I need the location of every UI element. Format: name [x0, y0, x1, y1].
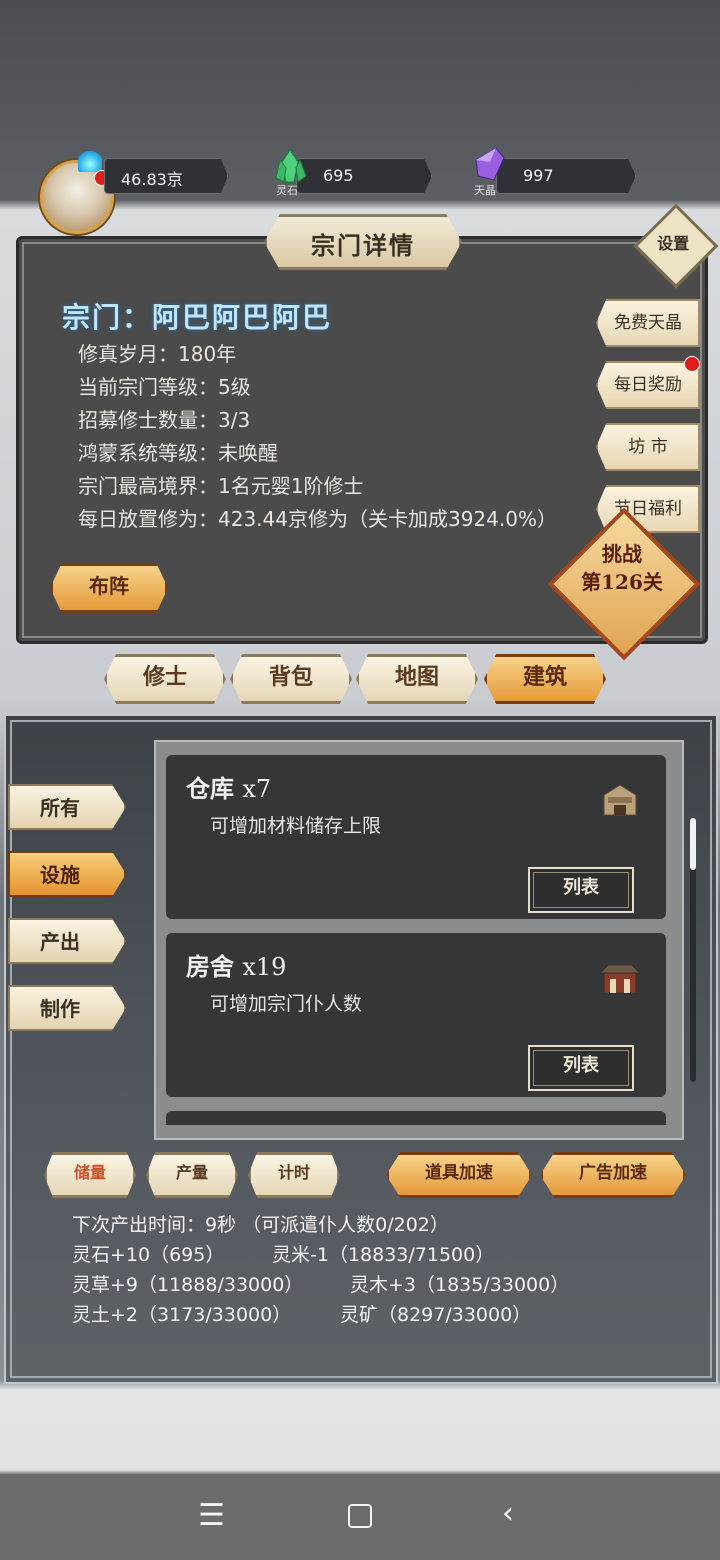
output-spirit-wood: 灵木+3（1835/33000）	[350, 1274, 570, 1296]
settings-label: 设置	[657, 233, 690, 253]
tab-map[interactable]: 地图	[356, 654, 478, 704]
back-icon[interactable]: ‹	[502, 1496, 514, 1531]
spirit-stone-value: 695	[323, 166, 354, 185]
challenge-line1: 挑战	[602, 542, 642, 566]
home-square-icon[interactable]	[348, 1504, 372, 1528]
building-card-partial	[166, 1111, 666, 1125]
building-count: x19	[242, 953, 287, 981]
building-title: 房舍 x19	[186, 947, 286, 982]
building-description: 可增加宗门仆人数	[210, 993, 363, 1015]
crystal-icon	[475, 147, 505, 181]
free-crystal-button[interactable]: 免费天晶	[596, 299, 700, 347]
tab-buildings[interactable]: 建筑	[484, 654, 606, 704]
menu-icon[interactable]: ☰	[198, 1498, 225, 1533]
category-crafting[interactable]: 制作	[8, 985, 126, 1031]
panel-title: 宗门详情	[311, 231, 415, 260]
info-highest-realm: 宗门最高境界：1名元婴1阶修士	[78, 474, 364, 498]
crystal-label: 天晶	[474, 184, 496, 197]
item-speedup-button[interactable]: 道具加速	[386, 1152, 532, 1198]
category-facilities[interactable]: 设施	[8, 851, 126, 897]
tab-storage[interactable]: 储量	[44, 1152, 136, 1198]
spirit-stone-resource: 695	[296, 158, 432, 194]
building-card-warehouse: 仓库 x7 可增加材料储存上限 列表	[166, 755, 666, 919]
tab-cultivators[interactable]: 修士	[104, 654, 226, 704]
building-description: 可增加材料储存上限	[210, 815, 382, 837]
challenge-line2: 第126关	[581, 570, 663, 594]
building-count: x7	[242, 775, 272, 803]
warehouse-list-button[interactable]: 列表	[528, 867, 634, 913]
building-name: 仓库	[186, 774, 234, 803]
system-nav-bar: ☰ ‹	[0, 1474, 720, 1560]
building-card-house: 房舍 x19 可增加宗门仆人数 列表	[166, 933, 666, 1097]
sect-name: 宗门：阿巴阿巴阿巴	[62, 301, 333, 334]
output-spirit-herb: 灵草+9（11888/33000）	[72, 1274, 304, 1296]
daily-reward-notification-dot	[684, 356, 700, 372]
output-spirit-rice: 灵米-1（18833/71500）	[272, 1244, 495, 1266]
tab-timer[interactable]: 计时	[248, 1152, 340, 1198]
spirit-stone-icon	[275, 149, 307, 183]
category-all[interactable]: 所有	[8, 784, 126, 830]
flame-icon	[78, 146, 102, 172]
spirit-stone-label: 灵石	[276, 184, 298, 197]
power-resource: 46.83京	[104, 158, 228, 194]
market-button[interactable]: 坊 市	[596, 423, 700, 471]
output-spirit-soil: 灵土+2（3173/33000）	[72, 1304, 292, 1326]
crystal-value: 997	[523, 166, 554, 185]
formation-button[interactable]: 布阵	[50, 563, 168, 613]
building-name: 房舍	[186, 952, 234, 981]
info-sect-level: 当前宗门等级：5级	[78, 375, 251, 399]
tab-output[interactable]: 产量	[146, 1152, 238, 1198]
list-scrollbar-thumb[interactable]	[690, 818, 696, 870]
info-cultivation-years: 修真岁月：180年	[78, 342, 237, 366]
house-list-button[interactable]: 列表	[528, 1045, 634, 1091]
ad-speedup-button[interactable]: 广告加速	[540, 1152, 686, 1198]
info-daily-idle: 每日放置修为：423.44京修为（关卡加成3924.0%）	[78, 507, 557, 531]
house-icon	[598, 964, 642, 994]
challenge-label: 挑战 第126关	[570, 540, 674, 596]
crystal-resource: 997	[496, 158, 636, 194]
power-value: 46.83京	[121, 170, 183, 189]
output-spirit-stone: 灵石+10（695）	[72, 1244, 225, 1266]
info-recruit-count: 招募修士数量：3/3	[78, 408, 251, 432]
category-production[interactable]: 产出	[8, 918, 126, 964]
warehouse-icon	[603, 784, 637, 816]
output-spirit-ore: 灵矿（8297/33000）	[340, 1304, 532, 1326]
panel-title-plate: 宗门详情	[264, 214, 462, 270]
info-hongmeng-level: 鸿蒙系统等级：未唤醒	[78, 441, 278, 465]
building-title: 仓库 x7	[186, 769, 271, 804]
tab-backpack[interactable]: 背包	[230, 654, 352, 704]
next-output-time: 下次产出时间：9秒 （可派遣仆人数0/202）	[72, 1214, 449, 1236]
